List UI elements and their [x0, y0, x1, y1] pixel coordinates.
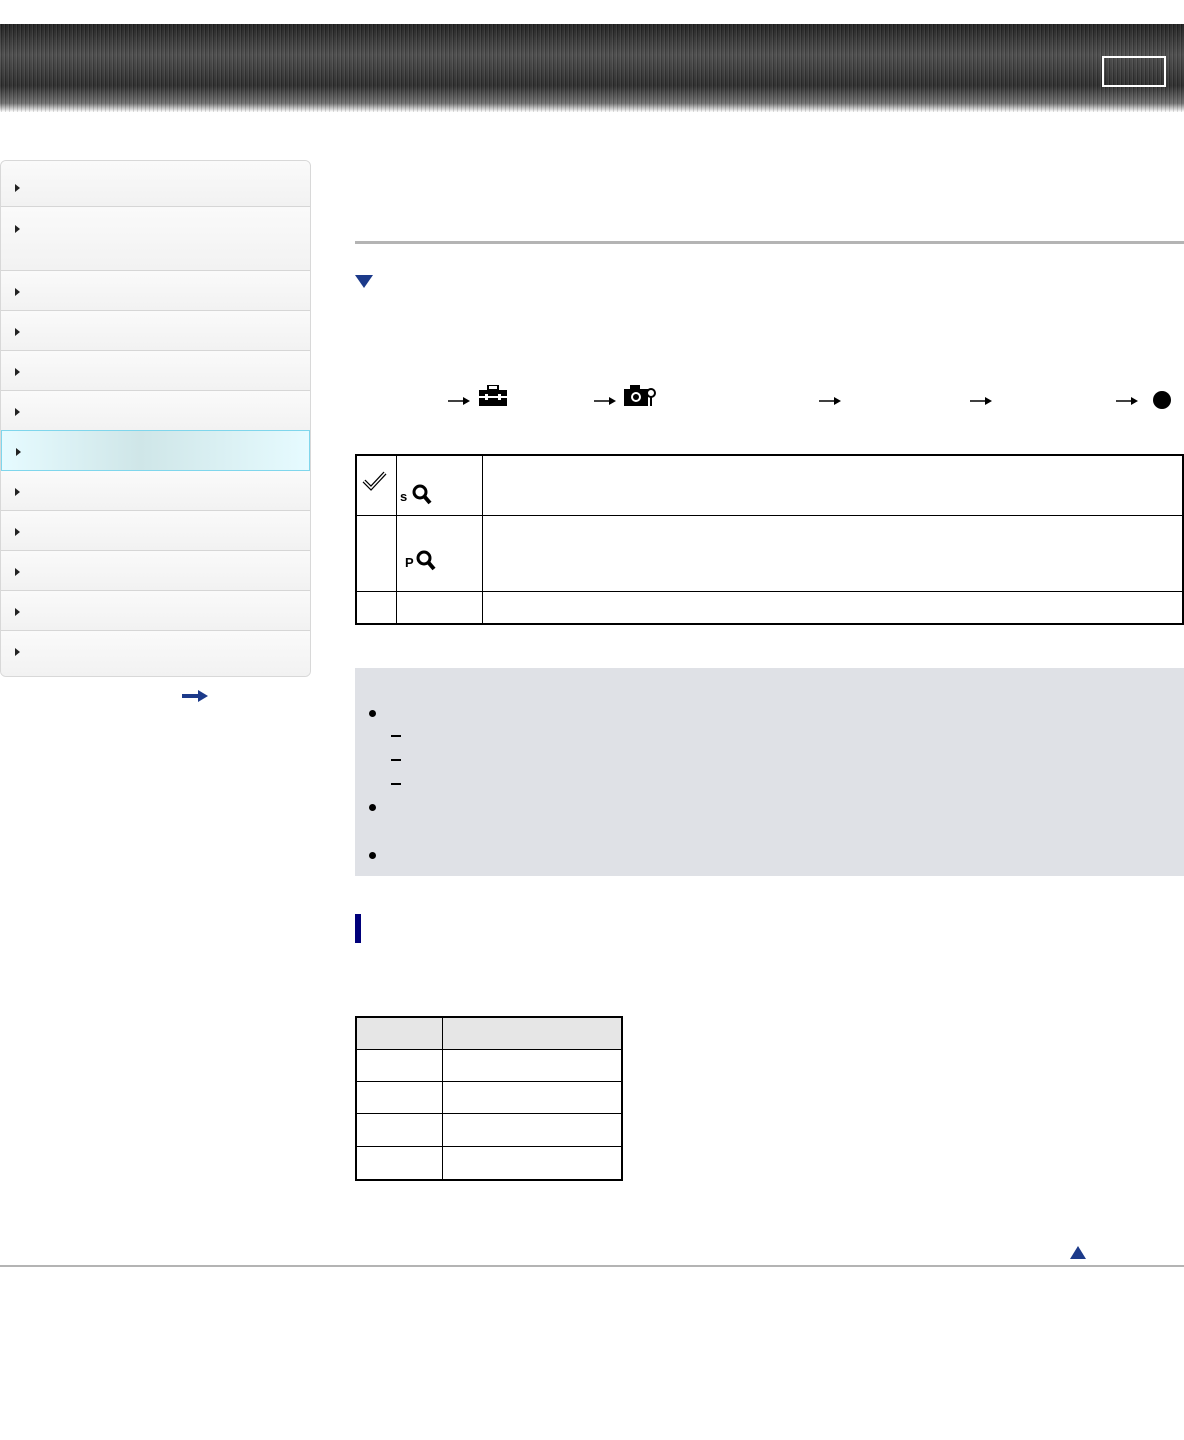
- table-row: [357, 1082, 621, 1114]
- page-header: [0, 24, 1184, 112]
- sidebar-nav: [0, 160, 311, 677]
- chevron-right-icon: [15, 184, 20, 192]
- right-arrow-icon: [970, 397, 992, 405]
- sidebar-item-9[interactable]: [1, 511, 310, 551]
- s-zoom-icon: s: [400, 484, 432, 505]
- column-divider: [396, 456, 397, 623]
- table-row[interactable]: P: [357, 516, 1182, 592]
- table-row: [357, 1147, 621, 1179]
- chevron-right-icon: [15, 608, 20, 616]
- sidebar-item-11[interactable]: [1, 591, 310, 631]
- right-arrow-icon[interactable]: [182, 690, 208, 702]
- footer-divider: [0, 1265, 1184, 1267]
- icon-letter: s: [400, 489, 407, 504]
- chevron-right-icon: [15, 368, 20, 376]
- column-divider: [442, 1018, 443, 1179]
- sidebar-item-5[interactable]: [1, 351, 310, 391]
- sidebar-item-3[interactable]: [1, 271, 310, 311]
- p-zoom-icon: P: [405, 550, 436, 571]
- sidebar-item-2[interactable]: [1, 207, 310, 271]
- section-marker: [355, 914, 361, 943]
- sidebar-item-1[interactable]: [1, 161, 310, 207]
- dash-icon: [391, 759, 401, 761]
- right-arrow-icon: [594, 397, 616, 405]
- column-divider: [482, 456, 483, 623]
- bullet-icon: [369, 710, 376, 717]
- chevron-right-icon: [15, 488, 20, 496]
- page-number-box[interactable]: [1102, 56, 1166, 87]
- camera-settings-icon: [624, 385, 656, 406]
- dash-icon: [391, 735, 401, 737]
- sidebar-item-12[interactable]: [1, 631, 310, 676]
- table-row: [357, 1050, 621, 1082]
- table-row[interactable]: s: [357, 456, 1182, 516]
- sidebar-item-10[interactable]: [1, 551, 310, 591]
- spec-table: [355, 1016, 623, 1181]
- sidebar-item-7-active[interactable]: [1, 430, 310, 471]
- chevron-right-icon: [15, 225, 20, 233]
- title-divider: [355, 241, 1184, 244]
- chevron-right-icon: [15, 288, 20, 296]
- options-table: s P: [355, 454, 1184, 625]
- icon-letter: P: [405, 555, 414, 570]
- triangle-down-icon[interactable]: [355, 275, 373, 288]
- bullet-icon: [369, 804, 376, 811]
- chevron-right-icon: [15, 408, 20, 416]
- chevron-right-icon: [15, 328, 20, 336]
- chevron-right-icon: [16, 448, 21, 456]
- table-row[interactable]: [357, 592, 1182, 623]
- table-row: [357, 1114, 621, 1147]
- triangle-up-icon[interactable]: [1070, 1246, 1086, 1259]
- filled-circle-icon: [1153, 391, 1171, 409]
- dash-icon: [391, 783, 401, 785]
- bullet-icon: [369, 852, 376, 859]
- sidebar-item-4[interactable]: [1, 311, 310, 351]
- notes-box: [355, 668, 1184, 876]
- sidebar-item-8[interactable]: [1, 471, 310, 511]
- right-arrow-icon: [448, 397, 470, 405]
- chevron-right-icon: [15, 528, 20, 536]
- chevron-right-icon: [15, 648, 20, 656]
- right-arrow-icon: [819, 397, 841, 405]
- checkmark-icon: [362, 471, 387, 491]
- sidebar-item-6[interactable]: [1, 391, 310, 431]
- right-arrow-icon: [1116, 397, 1138, 405]
- table-header-row: [357, 1018, 621, 1050]
- chevron-right-icon: [15, 568, 20, 576]
- toolbox-icon: [479, 385, 507, 406]
